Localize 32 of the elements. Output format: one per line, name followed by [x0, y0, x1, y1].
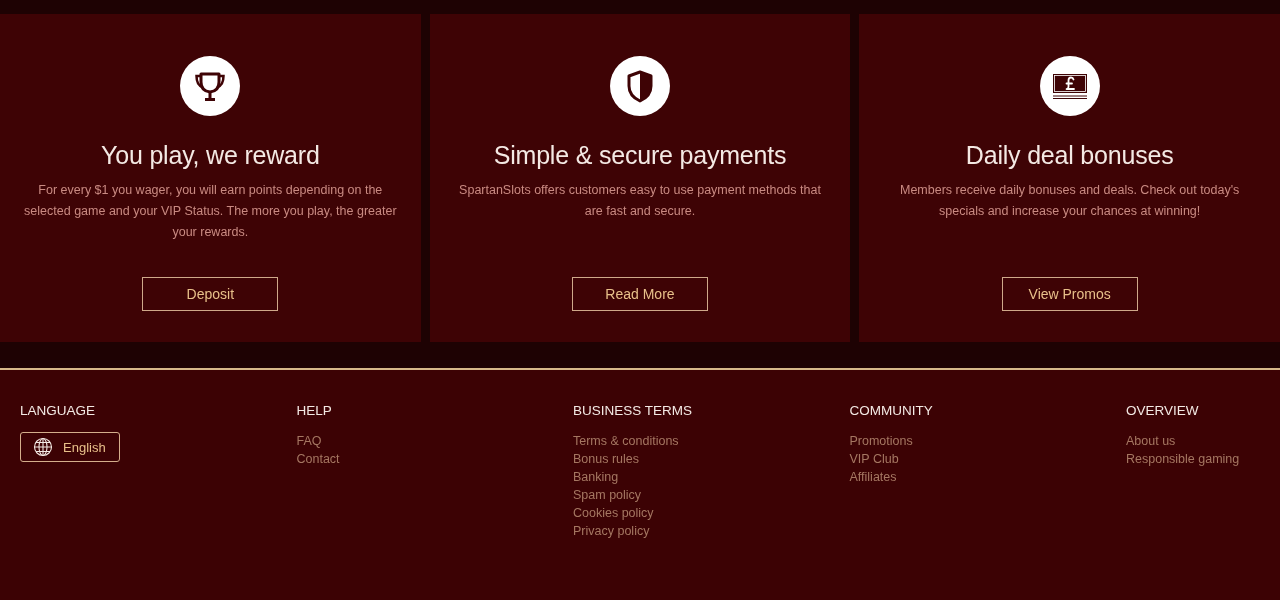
feature-title: Simple & secure payments [493, 140, 787, 170]
feature-description: For every $1 you wager, you will earn points depending on the selected game and your VIP Status. The more you play, the greater your rewards. [23, 182, 398, 241]
trophy-icon [180, 56, 241, 116]
feature-button[interactable]: Read More [572, 277, 708, 311]
footer-link[interactable]: Spam policy [573, 486, 642, 504]
footer-link[interactable]: Promotions [849, 432, 913, 450]
footer-link[interactable]: Responsible gaming [1126, 450, 1240, 468]
language-selector[interactable]: English [20, 432, 120, 462]
footer-link[interactable]: FAQ [296, 432, 322, 450]
shield-icon [610, 56, 670, 116]
feature-title: Daily deal bonuses [965, 140, 1174, 170]
footer-heading: LANGUAGE [20, 403, 96, 419]
footer-link[interactable]: VIP Club [849, 450, 899, 468]
footer-link[interactable]: Cookies policy [573, 504, 654, 522]
footer-link[interactable]: About us [1126, 432, 1176, 450]
footer-link[interactable]: Bonus rules [573, 450, 639, 468]
footer-heading: OVERVIEW [1126, 403, 1199, 419]
feature-button[interactable]: Deposit [142, 277, 279, 311]
feature-description: SpartanSlots offers customers easy to use payment methods that are fast and secure. [458, 182, 822, 220]
footer-link[interactable]: Affiliates [849, 468, 897, 486]
feature-title: You play, we reward [101, 140, 320, 170]
footer-link[interactable]: Privacy policy [573, 522, 650, 540]
feature-description: Members receive daily bonuses and deals. Check out today's specials and increase your chances at winning! [898, 182, 1241, 220]
footer-heading: BUSINESS TERMS [573, 403, 693, 419]
globe-icon [33, 437, 53, 457]
footer-heading: HELP [296, 403, 332, 419]
banknote-icon [1039, 56, 1100, 116]
footer-link[interactable]: Contact [296, 450, 340, 468]
feature-button[interactable]: View Promos [1001, 277, 1138, 311]
footer-heading: COMMUNITY [849, 403, 933, 419]
footer-link[interactable]: Banking [573, 468, 619, 486]
footer-link[interactable]: Terms & conditions [573, 432, 679, 450]
